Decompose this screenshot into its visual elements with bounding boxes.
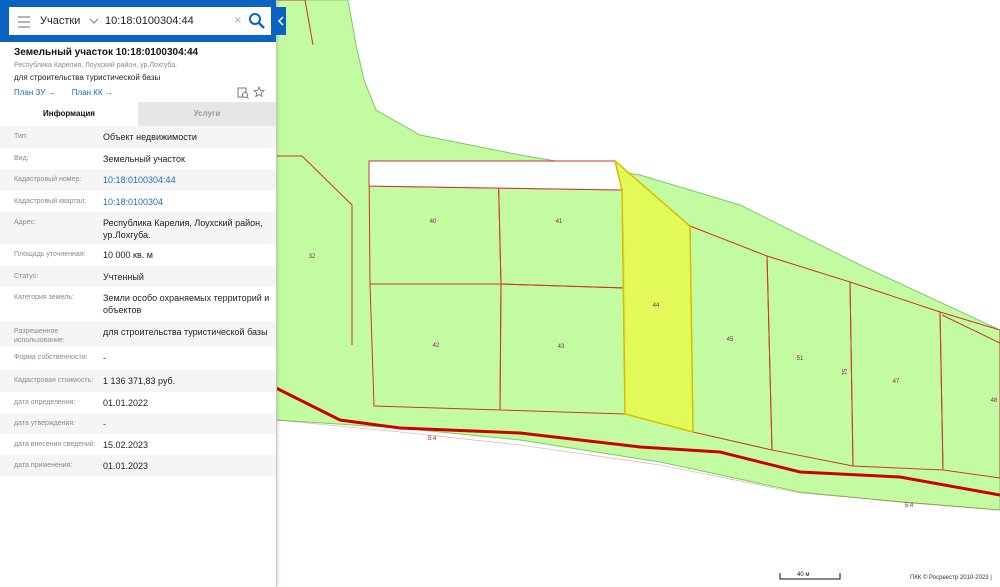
road-label: 5:4 bbox=[428, 436, 437, 442]
attr-key: Кадастровая стоимость: bbox=[14, 377, 94, 384]
attr-row: Тип: Объект недвижимости bbox=[0, 126, 276, 148]
attr-value: Земельный участок bbox=[103, 154, 185, 164]
attr-key: дата применения: bbox=[14, 462, 73, 469]
parcel-label: 42 bbox=[433, 343, 440, 349]
attr-key: Категория земель: bbox=[14, 294, 74, 301]
attr-value: Учтенный bbox=[103, 272, 144, 282]
search-icon[interactable] bbox=[247, 11, 267, 31]
attr-key: Тип: bbox=[14, 133, 28, 140]
layer-select[interactable]: Участки bbox=[40, 13, 80, 29]
tab-bar: Информация Услуги bbox=[0, 102, 276, 128]
parcel-label: 40 bbox=[430, 219, 437, 225]
attr-key: Форма собственности: bbox=[14, 354, 88, 361]
parcel-label: 47 bbox=[893, 379, 900, 385]
parcel-label: 32 bbox=[309, 254, 316, 260]
plan-links: План ЗУ → План КК → bbox=[14, 88, 127, 97]
attr-key: дата определения: bbox=[14, 399, 76, 406]
attr-row: Вид: Земельный участок bbox=[0, 148, 276, 169]
chevron-down-icon[interactable] bbox=[89, 13, 99, 29]
feature-use: для строительства туристической базы bbox=[14, 73, 161, 82]
plan-zu-link[interactable]: План ЗУ → bbox=[14, 88, 56, 97]
scale-label: 40 м bbox=[797, 572, 810, 578]
feature-address: Республика Карелия, Лоухский район, ур.Л… bbox=[14, 62, 178, 69]
attr-value: Республика Карелия, Лоухский район, ур.Л… bbox=[103, 218, 263, 240]
attr-value: Объект недвижимости bbox=[103, 132, 197, 142]
attr-row: дата внесения сведений: 15.02.2023 bbox=[0, 434, 276, 455]
cadastral-quarter-link[interactable]: 10:18:0100304 bbox=[103, 196, 271, 208]
scale-bar bbox=[779, 573, 841, 580]
attr-value: 01.01.2023 bbox=[103, 461, 149, 471]
search-bar: Участки 10:18:0100304:44 × bbox=[0, 0, 276, 42]
attr-key: дата утверждения: bbox=[14, 420, 76, 427]
attr-row: Статус: Учтенный bbox=[0, 266, 276, 287]
parcel-label: 41 bbox=[556, 219, 563, 225]
attr-value: Земли особо охраняемых территорий и объе… bbox=[103, 293, 270, 315]
attr-value: 10 000 кв. м bbox=[103, 250, 153, 260]
attr-key: Адрес: bbox=[14, 219, 36, 226]
tab-info[interactable]: Информация bbox=[0, 102, 138, 128]
search-box[interactable]: Участки 10:18:0100304:44 × bbox=[9, 7, 271, 35]
print-icon[interactable] bbox=[237, 87, 249, 99]
parcel-white-fill bbox=[368, 160, 623, 191]
attr-row: Кадастровая стоимость: 1 136 371,83 руб. bbox=[0, 370, 276, 392]
attr-key: Кадастровый квартал: bbox=[14, 198, 87, 205]
parcel-label-vertical: 51 bbox=[840, 369, 846, 376]
attr-value: - bbox=[103, 419, 106, 429]
parcel-label: 43 bbox=[558, 344, 565, 350]
attr-row: Кадастровый номер: 10:18:0100304:44 bbox=[0, 169, 276, 191]
info-panel: Участки 10:18:0100304:44 × Земельный уча… bbox=[0, 0, 277, 587]
attr-value: 01.01.2022 bbox=[103, 398, 149, 408]
attr-key: Кадастровый номер: bbox=[14, 176, 82, 183]
attr-key: Площадь уточненная: bbox=[14, 251, 86, 258]
attr-key: Вид: bbox=[14, 155, 29, 162]
feature-title: Земельный участок 10:18:0100304:44 bbox=[14, 47, 199, 58]
attr-row: Адрес: Республика Карелия, Лоухский район… bbox=[0, 212, 276, 244]
attr-row: Категория земель: Земли особо охраняемых … bbox=[0, 287, 276, 321]
star-icon[interactable] bbox=[253, 86, 265, 98]
chevron-left-icon bbox=[277, 16, 284, 26]
attr-row: Разрешенное использование: для строительс… bbox=[0, 321, 276, 347]
parcel-label: 48 bbox=[991, 398, 998, 404]
attr-value: для строительства туристической базы bbox=[103, 327, 268, 337]
cadastral-number-link[interactable]: 10:18:0100304:44 bbox=[103, 174, 271, 186]
parcel-label: 45 bbox=[727, 337, 734, 343]
attr-value: 15.02.2023 bbox=[103, 440, 149, 450]
collapse-panel-button[interactable] bbox=[276, 7, 286, 35]
menu-icon[interactable] bbox=[18, 13, 30, 29]
parcel-label: 44 bbox=[653, 303, 660, 309]
attr-key: Статус: bbox=[14, 273, 39, 280]
attr-row: дата определения: 01.01.2022 bbox=[0, 392, 276, 413]
clear-icon[interactable]: × bbox=[234, 12, 242, 28]
attr-row: Кадастровый квартал: 10:18:0100304 bbox=[0, 191, 276, 212]
attr-value: 1 136 371,83 руб. bbox=[103, 376, 176, 386]
parcel-label: 51 bbox=[797, 356, 804, 362]
attr-row: дата утверждения: - bbox=[0, 413, 276, 434]
road-label: 5:4 bbox=[905, 503, 914, 509]
attribution: ПКК © Росреестр 2010-2023 | bbox=[908, 575, 994, 581]
tab-services[interactable]: Услуги bbox=[138, 102, 276, 126]
plan-kk-link[interactable]: План КК → bbox=[72, 88, 113, 97]
attr-row: дата применения: 01.01.2023 bbox=[0, 455, 276, 476]
attr-value: - bbox=[103, 353, 106, 363]
attr-row: Форма собственности: - bbox=[0, 347, 276, 370]
attr-key: Разрешенное использование: bbox=[14, 328, 65, 344]
attr-row: Площадь уточненная: 10 000 кв. м bbox=[0, 244, 276, 266]
attr-key: дата внесения сведений: bbox=[14, 441, 96, 448]
attribute-list: Тип: Объект недвижимости Вид: Земельный уч… bbox=[0, 126, 276, 476]
search-input[interactable]: 10:18:0100304:44 bbox=[105, 13, 194, 29]
